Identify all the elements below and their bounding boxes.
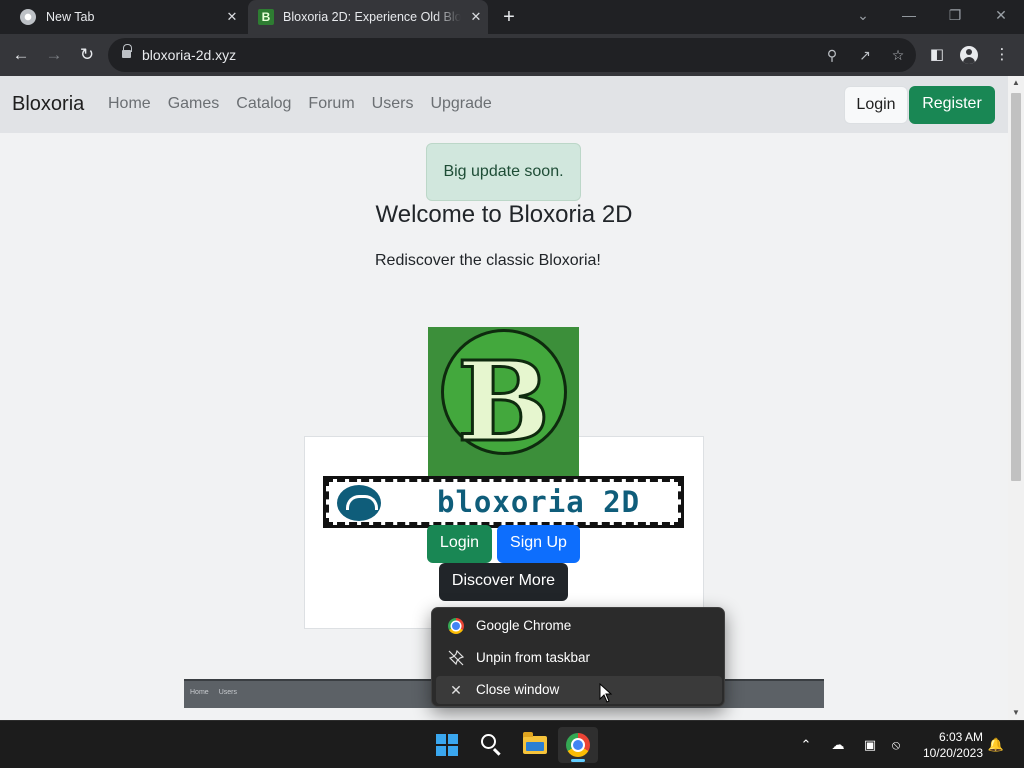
menu-item-label: Close window xyxy=(476,682,560,697)
nav-users[interactable]: Users xyxy=(372,95,414,113)
card-login-button[interactable]: Login xyxy=(427,525,492,563)
chrome-favicon-icon xyxy=(20,9,36,25)
nav-forum[interactable]: Forum xyxy=(308,95,354,113)
network-icon[interactable]: ▣ xyxy=(860,735,880,755)
url-text: bloxoria-2d.xyz xyxy=(142,47,237,63)
back-icon[interactable]: ← xyxy=(8,42,34,68)
onedrive-icon[interactable]: ☁ xyxy=(828,735,848,755)
forward-icon[interactable]: → xyxy=(41,42,67,68)
scroll-up-icon[interactable]: ▲ xyxy=(1008,76,1024,90)
login-button[interactable]: Login xyxy=(844,86,908,124)
clock-date: 10/20/2023 xyxy=(922,746,983,760)
mouse-cursor-icon xyxy=(599,683,613,703)
tab-strip: New Tab ✕ B Bloxoria 2D: Experience Old … xyxy=(0,0,1024,34)
unpin-icon xyxy=(448,649,465,666)
bloxoria-banner: bloxoria 2D xyxy=(323,476,684,528)
site-brand[interactable]: Bloxoria xyxy=(12,93,84,116)
tab-close-icon[interactable]: ✕ xyxy=(224,9,240,25)
tab-search-icon[interactable]: ⌄ xyxy=(840,0,886,34)
close-icon: ✕ xyxy=(450,682,462,698)
menu-icon[interactable]: ⋮ xyxy=(991,44,1013,66)
bloxoria-logo: B xyxy=(428,327,579,479)
browser-toolbar: ← → ↻ bloxoria-2d.xyz ⚲ ↗ ☆ ◧ ⋮ xyxy=(0,34,1024,76)
scroll-thumb[interactable] xyxy=(1011,93,1021,481)
nav-catalog[interactable]: Catalog xyxy=(236,95,291,113)
scroll-down-icon[interactable]: ▼ xyxy=(1008,706,1024,720)
lock-icon[interactable] xyxy=(122,44,132,59)
system-clock[interactable]: 6:03 AM 10/20/2023 xyxy=(913,729,983,761)
reload-icon[interactable]: ↻ xyxy=(74,42,100,68)
profile-icon[interactable] xyxy=(958,44,980,66)
tab-title: Bloxoria 2D: Experience Old Blox xyxy=(283,10,461,24)
chrome-icon xyxy=(448,618,464,634)
preview-link-home: Home xyxy=(190,689,209,696)
bloxoria-favicon-icon: B xyxy=(258,9,274,25)
tab-new-tab[interactable]: New Tab ✕ xyxy=(8,0,244,34)
menu-item-label: Google Chrome xyxy=(476,618,572,633)
new-tab-button[interactable]: + xyxy=(498,6,520,28)
side-panel-icon[interactable]: ◧ xyxy=(926,44,948,66)
search-button[interactable] xyxy=(471,727,511,763)
search-icon[interactable]: ⚲ xyxy=(822,45,842,65)
minimize-button[interactable]: — xyxy=(886,0,932,34)
share-icon[interactable]: ↗ xyxy=(855,45,875,65)
cloud-logo-icon xyxy=(337,485,381,521)
tab-close-icon[interactable]: ✕ xyxy=(468,9,484,25)
folder-icon xyxy=(523,732,547,754)
preview-link-users: Users xyxy=(218,689,237,696)
show-hidden-icons-icon[interactable]: ⌃ xyxy=(796,735,816,755)
notification-bell-icon[interactable]: 🔔 xyxy=(986,735,1006,755)
tab-bloxoria[interactable]: B Bloxoria 2D: Experience Old Blox ✕ xyxy=(248,0,488,34)
nav-links: Home Games Catalog Forum Users Upgrade xyxy=(108,95,492,113)
file-explorer-button[interactable] xyxy=(515,727,555,763)
menu-item-label: Unpin from taskbar xyxy=(476,650,591,665)
menu-item-google-chrome[interactable]: Google Chrome xyxy=(436,612,722,640)
discover-more-button[interactable]: Discover More xyxy=(439,563,568,601)
nav-upgrade[interactable]: Upgrade xyxy=(430,95,491,113)
tab-title: New Tab xyxy=(46,10,95,24)
page-title: Welcome to Bloxoria 2D xyxy=(375,201,633,228)
nav-home[interactable]: Home xyxy=(108,95,151,113)
menu-item-close-window[interactable]: ✕ Close window xyxy=(436,676,722,704)
close-window-button[interactable]: ✕ xyxy=(978,0,1024,34)
start-button[interactable] xyxy=(427,727,467,763)
chrome-icon xyxy=(566,733,590,757)
restore-button[interactable]: ❐ xyxy=(932,0,978,34)
windows-logo-icon xyxy=(436,734,458,756)
clock-time: 6:03 AM xyxy=(938,730,983,744)
chrome-taskbar-button[interactable] xyxy=(558,727,598,763)
star-icon[interactable]: ☆ xyxy=(888,45,908,65)
page-tagline: Rediscover the classic Bloxoria! xyxy=(375,252,601,269)
menu-item-unpin[interactable]: Unpin from taskbar xyxy=(436,644,722,672)
update-alert: Big update soon. xyxy=(426,143,581,201)
search-icon xyxy=(481,734,496,749)
banner-text: bloxoria 2D xyxy=(437,485,641,519)
signup-button[interactable]: Sign Up xyxy=(497,525,580,563)
address-bar[interactable]: bloxoria-2d.xyz ⚲ ↗ ☆ xyxy=(108,38,916,72)
register-button[interactable]: Register xyxy=(909,86,995,124)
windows-taskbar: ⌃ ☁ ▣ ⦸ 6:03 AM 10/20/2023 🔔 xyxy=(0,720,1024,768)
nav-games[interactable]: Games xyxy=(168,95,220,113)
site-navbar: Bloxoria Home Games Catalog Forum Users … xyxy=(0,76,1008,133)
page-scrollbar[interactable]: ▲ ▼ xyxy=(1008,76,1024,720)
taskbar-context-menu: Google Chrome Unpin from taskbar ✕ Close… xyxy=(431,607,725,707)
volume-muted-icon[interactable]: ⦸ xyxy=(886,735,906,755)
